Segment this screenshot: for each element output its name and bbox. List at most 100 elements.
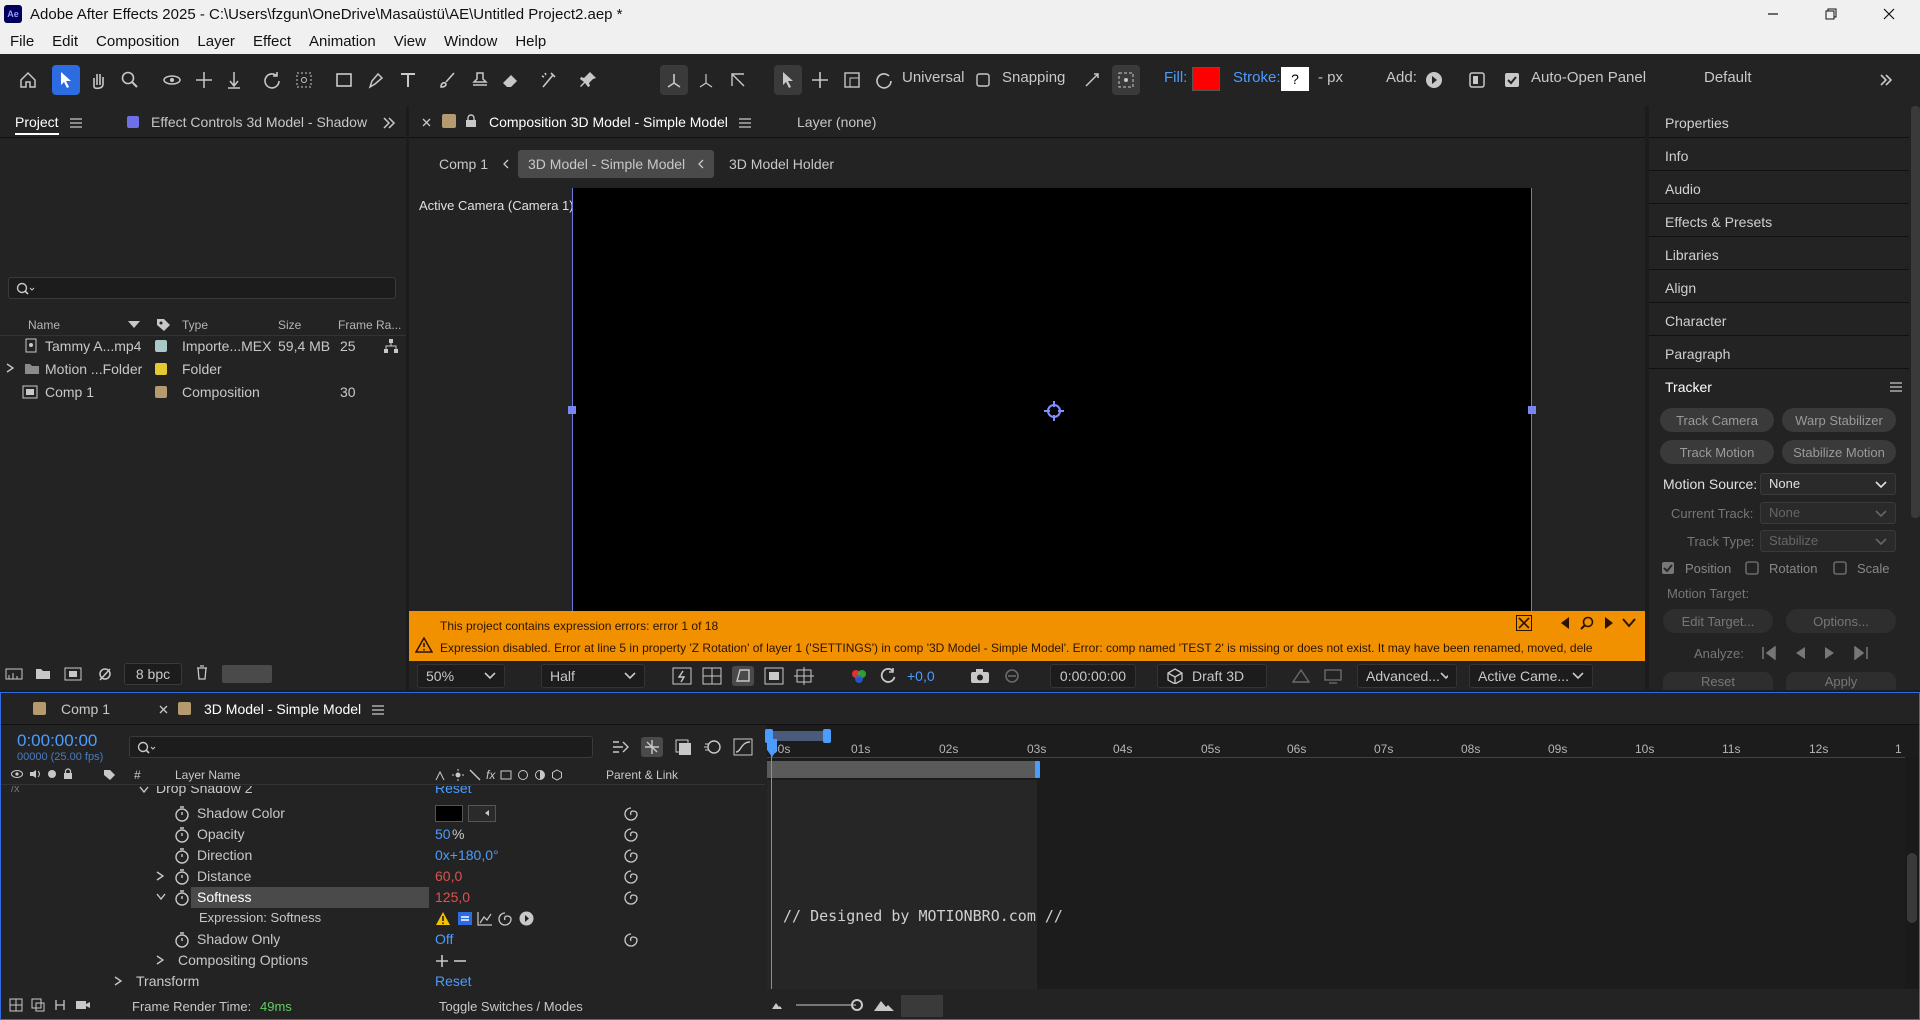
tab-composition[interactable]: Composition 3D Model - Simple Model <box>489 114 728 130</box>
panel-menu-icon[interactable] <box>1890 382 1902 392</box>
pick-whip-icon[interactable] <box>623 848 639 864</box>
comp-flowchart-icon[interactable] <box>611 738 631 756</box>
snap-features-button[interactable] <box>1112 65 1140 95</box>
scale-gizmo-button[interactable] <box>838 65 866 95</box>
shy-layers-icon[interactable] <box>673 738 693 756</box>
track-type-dropdown[interactable]: Stabilize <box>1760 530 1896 552</box>
project-item-row[interactable]: Motion ...Folder Folder <box>0 357 406 380</box>
tab-effect-controls[interactable]: Effect Controls 3d Model - Shadow <box>151 114 367 130</box>
world-axis-mode[interactable] <box>692 65 720 95</box>
edit-target-button[interactable]: Edit Target... <box>1663 609 1773 633</box>
track-camera-button[interactable]: Track Camera <box>1660 408 1774 432</box>
type-tool[interactable] <box>394 65 422 95</box>
col-name[interactable]: Name <box>28 318 60 332</box>
zoom-tool[interactable] <box>116 65 144 95</box>
draft-3d-toggle[interactable]: Draft 3D <box>1157 662 1267 690</box>
new-composition-icon[interactable] <box>64 666 82 682</box>
pick-whip-icon[interactable] <box>623 890 639 906</box>
workspace-label[interactable]: Default <box>1704 69 1752 86</box>
analyze-forward-frame-icon[interactable] <box>1853 646 1869 660</box>
pick-whip-icon[interactable] <box>623 869 639 885</box>
property-row-shadow-color[interactable]: Shadow Color <box>1 803 765 824</box>
home-button[interactable] <box>14 65 42 95</box>
panel-menu-icon[interactable] <box>372 705 384 715</box>
tab-timeline-main[interactable]: 3D Model - Simple Model <box>204 701 361 717</box>
zoom-dropdown[interactable]: 50% <box>417 662 505 690</box>
menu-edit[interactable]: Edit <box>43 33 87 50</box>
roto-brush-tool[interactable] <box>536 65 564 95</box>
transform-handle[interactable] <box>568 406 576 414</box>
expression-graph-icon[interactable] <box>477 911 493 926</box>
fast-preview-icon[interactable] <box>672 667 692 685</box>
layer-out-point-handle[interactable] <box>1035 761 1040 778</box>
right-panel-scrollbar[interactable] <box>1911 106 1920 518</box>
rgb-channels-icon[interactable] <box>849 667 869 685</box>
fill-color-swatch[interactable] <box>1192 67 1220 91</box>
hand-tool[interactable] <box>84 65 112 95</box>
effect-reset-link[interactable]: Reset <box>435 786 472 796</box>
show-snapshot-icon[interactable] <box>1002 667 1022 685</box>
resolution-dropdown[interactable]: Half <box>541 662 645 690</box>
layer-duration-bar[interactable] <box>767 761 1037 778</box>
reset-exposure-icon[interactable] <box>879 667 897 685</box>
trash-icon[interactable] <box>195 665 209 681</box>
orbit-camera-tool[interactable] <box>158 65 186 95</box>
camera-snapshot-icon[interactable] <box>970 667 990 685</box>
current-time-field[interactable]: 0:00:00:00 <box>1050 662 1136 690</box>
timeline-zoom-track[interactable] <box>796 1004 856 1006</box>
timeline-track-area[interactable]: 00s 01s 02s 03s 04s 05s 06s 07s 08s 09s … <box>765 725 1919 989</box>
stroke-width-unit[interactable]: - px <box>1318 69 1343 86</box>
exposure-value[interactable]: +0,0 <box>907 668 935 684</box>
panel-properties[interactable]: Properties <box>1649 106 1909 138</box>
panel-audio[interactable]: Audio <box>1649 172 1909 204</box>
next-error-icon[interactable] <box>1603 616 1615 630</box>
anchor-point-icon[interactable] <box>1043 400 1065 422</box>
direction-value[interactable]: 0x+180,0° <box>435 847 499 863</box>
move-gizmo-button[interactable] <box>806 65 834 95</box>
expression-text[interactable]: // Designed by MOTIONBRO.com // <box>783 907 1063 925</box>
brush-tool[interactable] <box>434 65 462 95</box>
minimize-button[interactable] <box>1744 0 1802 28</box>
apply-button[interactable]: Apply <box>1786 672 1896 690</box>
effect-group-row[interactable]: /x Drop Shadow 2 Reset <box>1 786 765 800</box>
analyze-back-frame-icon[interactable] <box>1761 646 1777 660</box>
pan-camera-tool[interactable] <box>190 65 218 95</box>
grid-guides-icon[interactable] <box>794 667 814 685</box>
selection-tool[interactable] <box>52 65 80 95</box>
tab-comp1[interactable]: Comp 1 <box>61 701 110 717</box>
stabilize-motion-button[interactable]: Stabilize Motion <box>1782 440 1896 464</box>
extended-viewer-icon[interactable] <box>1292 668 1310 684</box>
property-row-softness[interactable]: Softness 125,0 <box>1 887 765 908</box>
graph-editor-icon[interactable] <box>733 738 753 756</box>
softness-value[interactable]: 125,0 <box>435 889 470 905</box>
options-button[interactable]: Options... <box>1786 609 1896 633</box>
menu-layer[interactable]: Layer <box>188 33 244 50</box>
restore-button[interactable] <box>1802 0 1860 28</box>
double-chevron-right-icon[interactable] <box>382 116 396 130</box>
mask-path-icon[interactable] <box>732 666 754 686</box>
pan-behind-tool[interactable] <box>290 65 318 95</box>
scrollbar-thumb[interactable] <box>1907 853 1917 923</box>
panel-info[interactable]: Info <box>1649 139 1909 171</box>
eyedropper-icon[interactable] <box>468 805 496 822</box>
eraser-tool[interactable] <box>496 65 524 95</box>
timeline-current-time[interactable]: 0:00:00:00 <box>17 731 97 751</box>
reset-button[interactable]: Reset <box>1663 672 1773 690</box>
work-area-end-handle[interactable] <box>823 729 831 743</box>
rotate-gizmo-button[interactable] <box>870 65 898 95</box>
menu-window[interactable]: Window <box>435 33 506 50</box>
lock-icon[interactable] <box>465 114 477 128</box>
property-row-opacity[interactable]: Opacity 50 % <box>1 824 765 845</box>
interpret-footage-icon[interactable] <box>5 667 23 681</box>
region-of-interest-icon[interactable] <box>764 667 784 685</box>
stroke-color-swatch[interactable]: ? <box>1281 67 1309 91</box>
project-item-row[interactable]: Tammy A...mp4 Importe...MEX 59,4 MB 25 <box>0 334 406 357</box>
analyze-backward-icon[interactable] <box>1793 646 1807 660</box>
property-row-shadow-only[interactable]: Shadow Only Off <box>1 929 765 950</box>
ground-plane-icon[interactable] <box>1324 668 1342 684</box>
snap-options-button[interactable] <box>1078 65 1106 95</box>
view-axis-mode[interactable] <box>724 65 752 95</box>
clone-stamp-tool[interactable] <box>466 65 494 95</box>
col-type[interactable]: Type <box>182 318 208 332</box>
toggle-switches-modes[interactable]: Toggle Switches / Modes <box>439 999 583 1014</box>
